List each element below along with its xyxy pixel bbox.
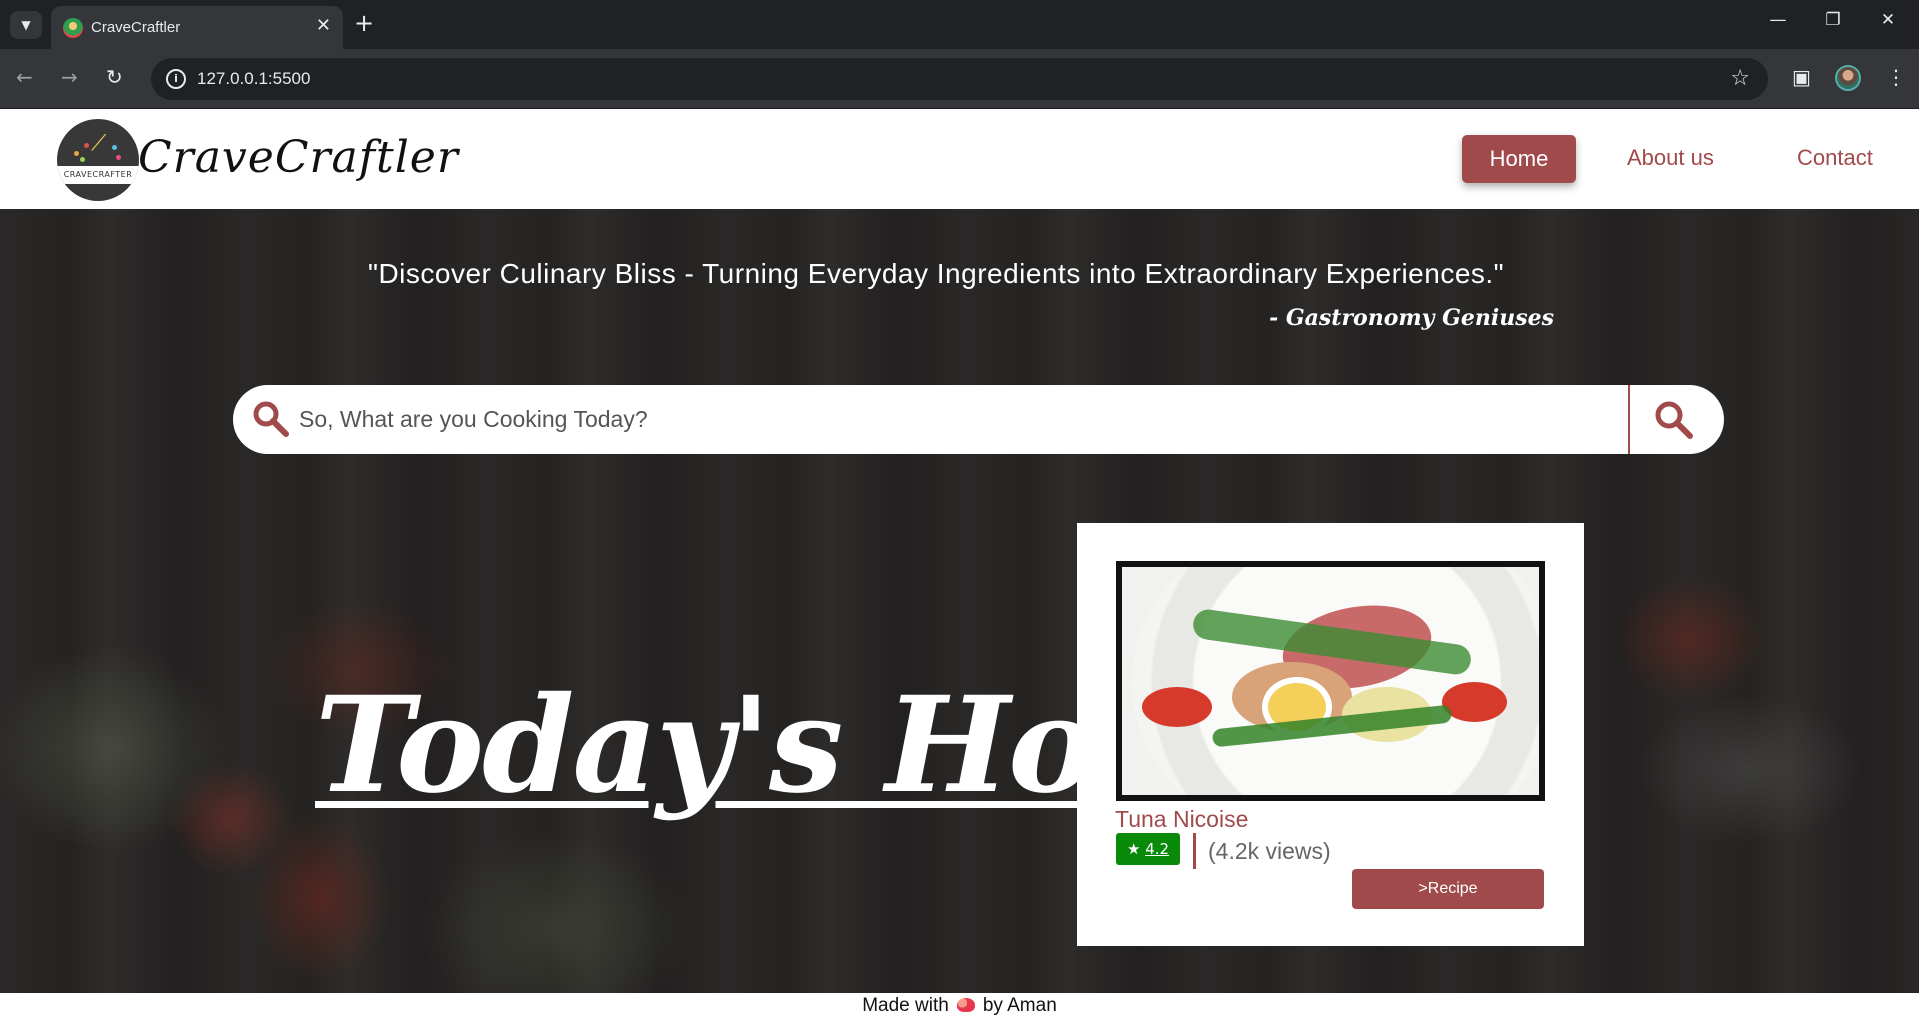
site-info-icon[interactable]: i	[166, 69, 186, 89]
nav-home[interactable]: Home	[1462, 135, 1576, 183]
hero-section: "Discover Culinary Bliss - Turning Every…	[0, 209, 1919, 993]
browser-tab-bar: ▼ CraveCraftler ✕ + — ❐ ✕	[0, 0, 1919, 49]
search-bar	[233, 385, 1724, 454]
recipe-name[interactable]: Tuna Nicoise	[1115, 806, 1248, 833]
recipe-card: Tuna Nicoise ★ 4.2 (4.2k views) >Recipe	[1077, 523, 1584, 946]
footer-author: by Aman	[982, 995, 1057, 1016]
logo[interactable]: ⟋ CRAVECRAFTER	[57, 119, 139, 201]
footer-made-with: Made with	[862, 995, 949, 1016]
profile-icon[interactable]	[1835, 65, 1861, 91]
nav-about-us[interactable]: About us	[1627, 145, 1714, 171]
restore-icon[interactable]: ❐	[1813, 10, 1853, 30]
window-close-icon[interactable]: ✕	[1868, 10, 1908, 30]
minimize-icon[interactable]: —	[1758, 10, 1798, 30]
forward-icon[interactable]: →	[61, 66, 78, 88]
web-page: ⟋ CRAVECRAFTER CraveCraftler Home About …	[0, 110, 1919, 1016]
sidepanel-icon[interactable]: ▣	[1792, 66, 1811, 88]
tab-title: CraveCraftler	[91, 19, 181, 36]
footer: Made with by Aman	[0, 993, 1919, 1016]
favicon-icon	[63, 18, 83, 38]
back-icon[interactable]: ←	[16, 66, 33, 88]
search-divider	[1628, 385, 1630, 454]
address-bar[interactable]: i 127.0.0.1:5500 ☆	[151, 58, 1768, 100]
quote-author: - Gastronomy Geniuses	[1269, 305, 1554, 331]
brand-name[interactable]: CraveCraftler	[138, 132, 459, 183]
url-text[interactable]: 127.0.0.1:5500	[197, 69, 310, 89]
rating-badge: ★ 4.2	[1116, 833, 1180, 865]
heart-icon	[956, 998, 975, 1012]
hero-quote: "Discover Culinary Bliss - Turning Every…	[368, 258, 1505, 289]
star-icon: ★	[1126, 840, 1141, 858]
plus-icon[interactable]: +	[354, 11, 374, 35]
tomato-left	[1142, 687, 1212, 727]
close-icon[interactable]: ✕	[316, 15, 331, 37]
logo-text: CRAVECRAFTER	[57, 166, 139, 184]
browser-tab[interactable]: CraveCraftler ✕	[51, 6, 343, 49]
rating-divider	[1193, 833, 1196, 869]
utensil-icon: ⟋	[91, 131, 107, 156]
browser-toolbar: ← → ↻ i 127.0.0.1:5500 ☆ ▣ ⋮	[0, 49, 1919, 109]
search-submit-button[interactable]	[1651, 397, 1697, 443]
recipe-image[interactable]	[1116, 561, 1545, 801]
reload-icon[interactable]: ↻	[106, 66, 123, 88]
star-icon[interactable]: ☆	[1730, 66, 1750, 91]
menu-icon[interactable]: ⋮	[1886, 66, 1906, 88]
tomato-right	[1442, 682, 1507, 722]
search-input[interactable]	[291, 385, 1621, 454]
recipe-button[interactable]: >Recipe	[1352, 869, 1544, 909]
nav-contact[interactable]: Contact	[1797, 145, 1873, 171]
search-icon	[253, 401, 289, 437]
site-header: ⟋ CRAVECRAFTER CraveCraftler Home About …	[0, 110, 1919, 209]
chevron-down-icon: ▼	[21, 18, 31, 32]
tab-list-button[interactable]: ▼	[10, 11, 42, 39]
rating-value: 4.2	[1145, 840, 1170, 858]
view-count: (4.2k views)	[1208, 838, 1331, 864]
todays-hot-heading: Today's Hot	[315, 668, 1155, 823]
